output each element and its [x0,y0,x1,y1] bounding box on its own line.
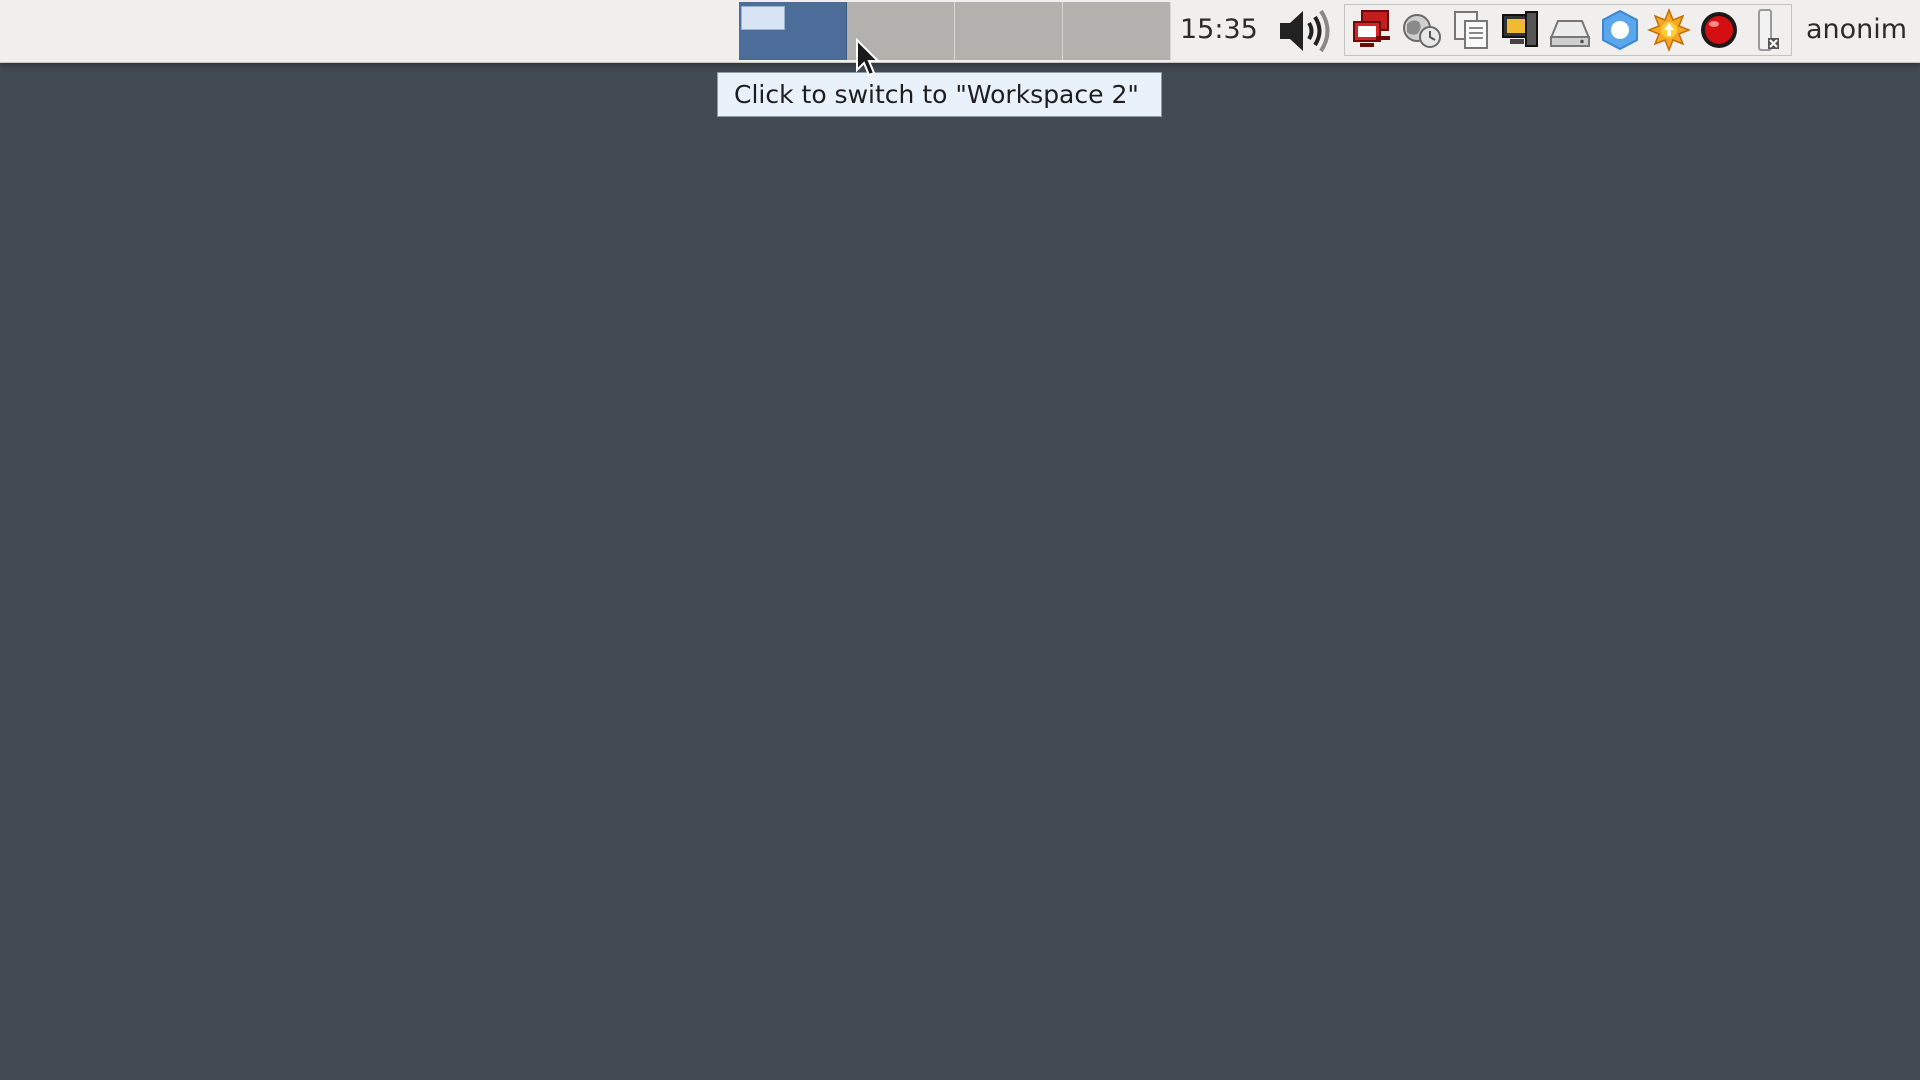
workspace-1-button[interactable] [739,2,847,60]
blue-hexagon-icon[interactable] [1597,7,1643,53]
display-settings-icon[interactable] [1498,7,1544,53]
user-name[interactable]: anonim [1806,0,1907,60]
clipboard-icon[interactable] [1448,7,1494,53]
network-globe-icon[interactable] [1399,7,1445,53]
drive-icon[interactable] [1547,7,1593,53]
clock[interactable]: 15:35 [1180,0,1258,60]
workspace-switcher [739,2,1171,60]
system-tray [1344,4,1792,56]
workspace-4-button[interactable] [1063,2,1171,60]
workspace-tooltip: Click to switch to "Workspace 2" [717,72,1162,117]
mouse-pointer-icon [855,37,881,78]
battery-missing-icon[interactable] [1746,7,1792,53]
network-monitors-icon[interactable] [1349,7,1395,53]
red-record-icon[interactable] [1696,7,1742,53]
speaker-volume-icon[interactable] [1276,8,1336,54]
top-panel: 15:35 anonim [0,0,1920,63]
window-thumbnail [741,6,785,30]
sun-updates-icon[interactable] [1646,7,1692,53]
workspace-3-button[interactable] [955,2,1063,60]
